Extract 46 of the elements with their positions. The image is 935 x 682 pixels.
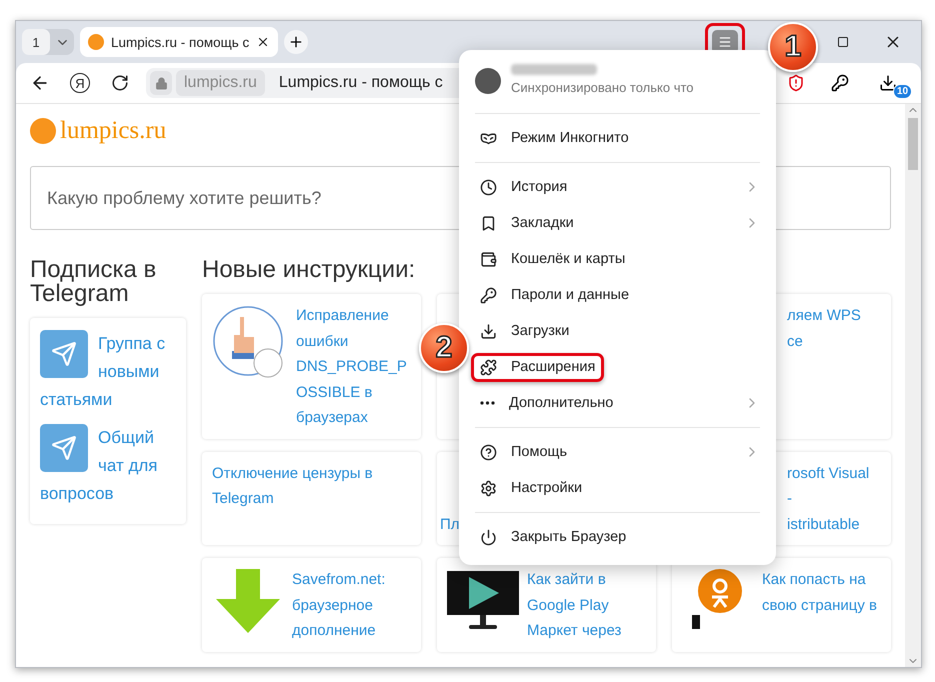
menu-item[interactable]: Пароли и данные bbox=[471, 277, 776, 313]
menu-item[interactable]: Закладки bbox=[471, 205, 776, 241]
page-title: Lumpics.ru - помощь с bbox=[278, 74, 443, 92]
tab-counter[interactable]: 1 bbox=[22, 29, 50, 55]
menu-icon bbox=[718, 35, 732, 49]
more-icon bbox=[480, 401, 495, 405]
bookmark-icon bbox=[480, 214, 497, 232]
browser-tab[interactable]: Lumpics.ru - помощь с bbox=[80, 27, 278, 57]
home-button[interactable]: Я bbox=[70, 73, 90, 93]
menu-item[interactable]: Настройки bbox=[471, 470, 776, 506]
menu-item[interactable]: Загрузки bbox=[471, 313, 776, 349]
favicon-icon bbox=[88, 34, 104, 50]
section-heading: Новые инструкции: bbox=[202, 258, 416, 282]
puzzle-icon bbox=[480, 358, 497, 376]
domain-text: lumpics.ru bbox=[176, 70, 265, 96]
sync-status: Синхронизировано только что bbox=[511, 80, 694, 95]
settings-icon bbox=[480, 480, 497, 496]
power-icon bbox=[480, 528, 497, 546]
count-badge: 10 bbox=[893, 84, 912, 99]
maximize-icon bbox=[837, 36, 849, 48]
download-icon[interactable] bbox=[879, 74, 897, 92]
help-icon bbox=[480, 444, 497, 460]
article-link-fragment[interactable]: ce bbox=[787, 328, 803, 354]
key-icon[interactable] bbox=[831, 74, 849, 92]
menu-item[interactable]: Расширения bbox=[471, 349, 776, 385]
scroll-thumb[interactable] bbox=[908, 118, 918, 170]
new-tab-button[interactable] bbox=[284, 30, 308, 54]
section-heading: Подписка в Telegram bbox=[30, 258, 158, 306]
menu-item[interactable]: Кошелёк и карты bbox=[471, 241, 776, 277]
menu-item[interactable]: Помощь bbox=[471, 434, 776, 470]
telegram-icon bbox=[40, 424, 88, 472]
download-icon bbox=[480, 322, 497, 340]
reload-icon bbox=[111, 74, 129, 92]
menu-item[interactable]: Дополнительно bbox=[471, 385, 776, 421]
scrollbar[interactable] bbox=[905, 104, 921, 667]
menu-item[interactable]: Закрыть Браузер bbox=[471, 519, 776, 555]
article-link[interactable]: Как зайти в Google Play Маркет через bbox=[527, 567, 646, 644]
clock-icon bbox=[480, 178, 497, 196]
shield-icon[interactable] bbox=[787, 74, 805, 92]
lock-icon bbox=[150, 71, 172, 95]
avatar bbox=[475, 68, 501, 94]
key-icon bbox=[480, 286, 497, 304]
menu-item[interactable]: Режим Инкогнито bbox=[471, 120, 776, 156]
menu-item[interactable]: История bbox=[471, 169, 776, 205]
telegram-icon bbox=[40, 330, 88, 378]
wallet-icon bbox=[480, 250, 497, 268]
